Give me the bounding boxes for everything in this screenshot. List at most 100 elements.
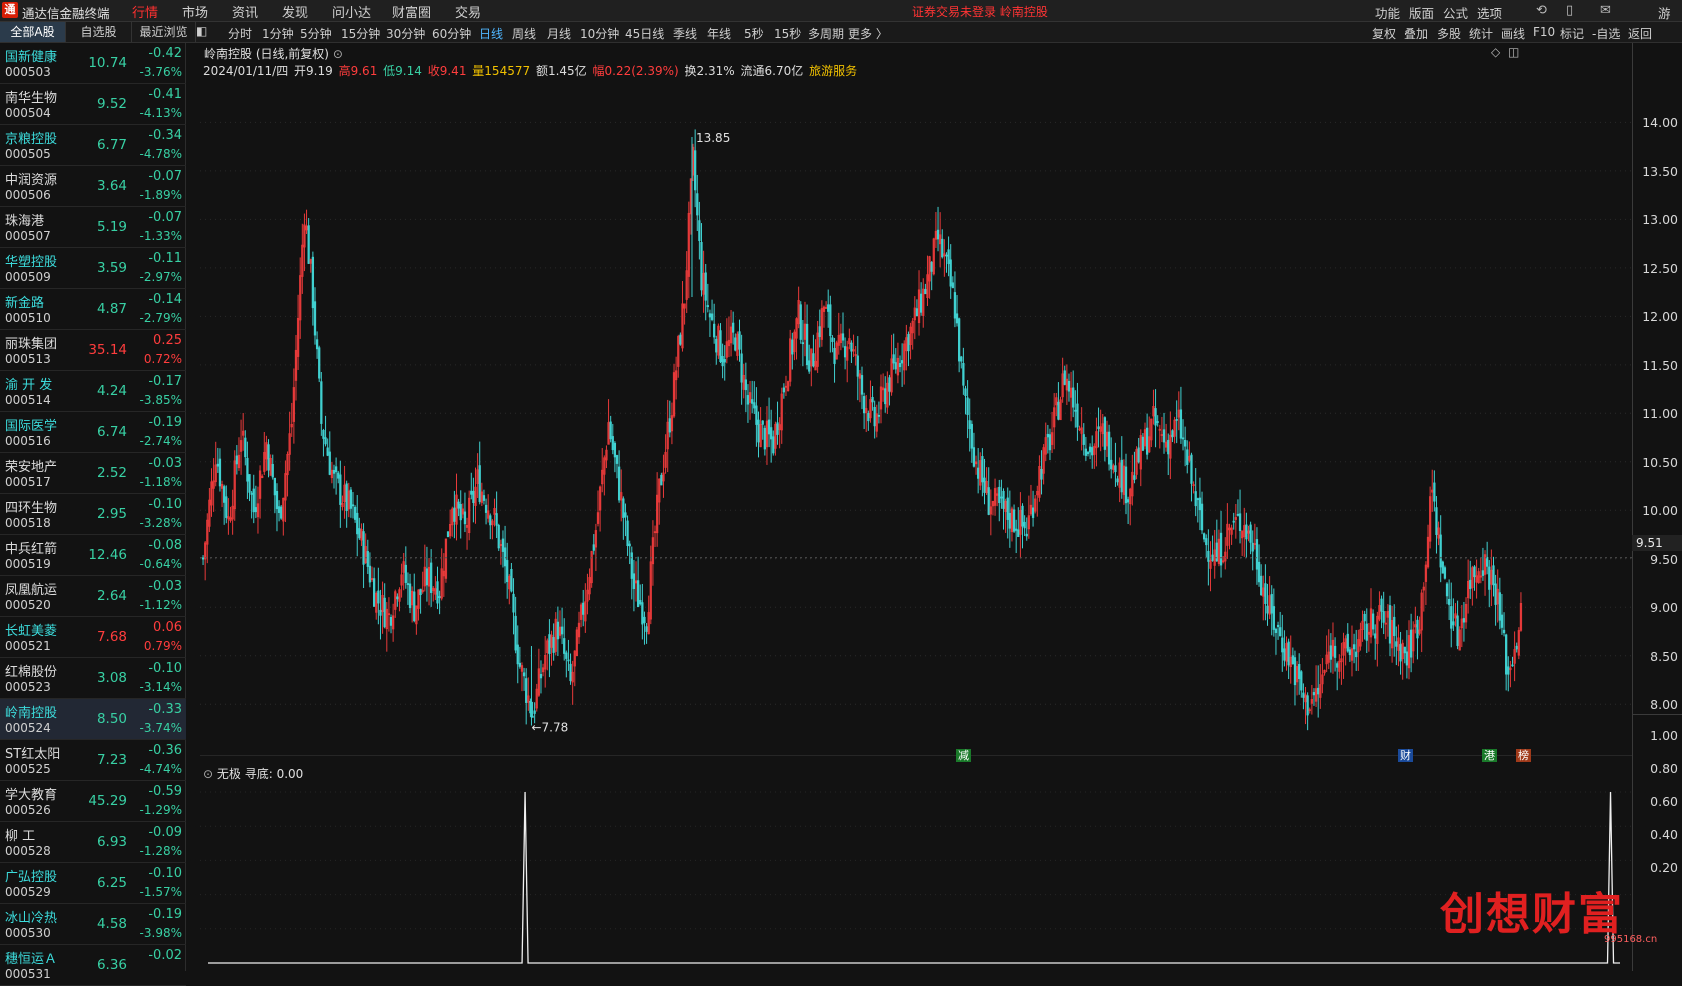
stock-row[interactable]: 华塑控股 000509 3.59 -0.11 -2.97% [0, 248, 186, 289]
event-tag[interactable]: 榜 [1516, 749, 1531, 762]
side-tab-1[interactable]: 自选股 [66, 22, 132, 42]
sidebar-toggle-icon[interactable]: ◧ [196, 24, 207, 38]
candle-body [1374, 633, 1377, 639]
tool-button-7[interactable]: -自选 [1592, 25, 1620, 42]
stock-row[interactable]: 中兵红箭 000519 12.46 -0.08 -0.64% [0, 535, 186, 576]
candle-body [1175, 418, 1178, 421]
period-button-7[interactable]: 周线 [512, 25, 536, 42]
candle-body [489, 515, 492, 526]
stock-row[interactable]: 冰山冷热 000530 4.58 -0.19 -3.98% [0, 904, 186, 945]
stock-row[interactable]: 四环生物 000518 2.95 -0.10 -3.28% [0, 494, 186, 535]
tool-button-5[interactable]: F10 [1533, 25, 1555, 39]
menu-item-1[interactable]: 市场 [180, 2, 210, 21]
period-button-3[interactable]: 15分钟 [341, 25, 380, 42]
period-button-0[interactable]: 分时 [228, 25, 252, 42]
stock-row[interactable]: 南华生物 000504 9.52 -0.41 -4.13% [0, 84, 186, 125]
right-menu-0[interactable]: 功能 [1375, 3, 1400, 22]
candle-body [1000, 496, 1003, 499]
side-tab-2[interactable]: 最近浏览 [132, 22, 196, 42]
stock-name: ST红太阳 [5, 747, 61, 762]
stock-row[interactable]: 凤凰航运 000520 2.64 -0.03 -1.12% [0, 576, 186, 617]
stock-row[interactable]: 广弘控股 000529 6.25 -0.10 -1.57% [0, 863, 186, 904]
stock-row[interactable]: 丽珠集团 000513 35.14 0.25 0.72% [0, 330, 186, 371]
candle-body [1363, 613, 1366, 622]
candle-body [332, 469, 336, 474]
event-tag[interactable]: 减 [956, 749, 971, 762]
stock-change: -0.03 [148, 456, 182, 471]
stock-row[interactable]: 柳 工 000528 6.93 -0.09 -1.28% [0, 822, 186, 863]
tool-button-3[interactable]: 统计 [1469, 25, 1493, 42]
period-button-8[interactable]: 月线 [547, 25, 571, 42]
period-button-9[interactable]: 10分钟 [580, 25, 619, 42]
period-button-15[interactable]: 多周期 [808, 25, 844, 42]
stock-row[interactable]: 渝 开 发 000514 4.24 -0.17 -3.85% [0, 371, 186, 412]
stock-row[interactable]: 荣安地产 000517 2.52 -0.03 -1.18% [0, 453, 186, 494]
stock-pct: -1.57% [139, 885, 182, 899]
menu-item-4[interactable]: 问小达 [330, 2, 373, 21]
right-menu-3[interactable]: 选项 [1477, 3, 1502, 22]
menu-item-3[interactable]: 发现 [280, 2, 310, 21]
period-button-2[interactable]: 5分钟 [300, 25, 332, 42]
menu-item-0[interactable]: 行情 [125, 2, 165, 24]
period-button-16[interactable]: 更多 〉 [848, 25, 888, 42]
tool-button-4[interactable]: 画线 [1501, 25, 1525, 42]
period-button-6[interactable]: 日线 [479, 25, 503, 42]
stock-row[interactable]: 红棉股份 000523 3.08 -0.10 -3.14% [0, 658, 186, 699]
candle-body [841, 333, 845, 341]
candle-body [539, 673, 543, 679]
stock-row[interactable]: 珠海港 000507 5.19 -0.07 -1.33% [0, 207, 186, 248]
menu-item-5[interactable]: 财富圈 [390, 2, 433, 21]
indicator-collapse-icon[interactable]: ⊙ [203, 767, 213, 781]
candle-body [522, 672, 526, 677]
indicator-tick-label: 0.60 [1650, 794, 1678, 809]
candle-body [1183, 439, 1187, 447]
candle-body [936, 229, 940, 240]
tool-button-8[interactable]: 返回 [1628, 25, 1652, 42]
candle-body [512, 593, 515, 613]
candlestick-chart[interactable]: 13.85 ←7.78 [200, 43, 1632, 756]
tool-button-1[interactable]: 叠加 [1404, 25, 1428, 42]
candle-body [770, 427, 773, 440]
menu-item-6[interactable]: 交易 [453, 2, 483, 21]
stock-row[interactable]: 国际医学 000516 6.74 -0.19 -2.74% [0, 412, 186, 453]
stock-row[interactable]: 岭南控股 000524 8.50 -0.33 -3.74% [0, 699, 186, 740]
right-menu-1[interactable]: 版面 [1409, 3, 1434, 22]
stock-row[interactable]: 穗恒运Ａ 000531 6.36 -0.02 [0, 945, 186, 986]
mail-icon[interactable]: ✉ [1600, 3, 1611, 18]
menu-item-2[interactable]: 资讯 [230, 2, 260, 21]
event-tag[interactable]: 财 [1398, 749, 1413, 762]
tool-button-6[interactable]: 标记 [1560, 25, 1584, 42]
stock-row[interactable]: 长虹美菱 000521 7.68 0.06 0.79% [0, 617, 186, 658]
stock-row[interactable]: 国新健康 000503 10.74 -0.42 -3.76% [0, 43, 186, 84]
stock-row[interactable]: ST红太阳 000525 7.23 -0.36 -4.74% [0, 740, 186, 781]
period-button-13[interactable]: 5秒 [744, 25, 764, 42]
period-button-10[interactable]: 45日线 [625, 25, 664, 42]
candle-body [763, 427, 766, 450]
stock-code: 000521 [5, 639, 51, 653]
event-tag[interactable]: 港 [1482, 749, 1497, 762]
tool-button-0[interactable]: 复权 [1372, 25, 1396, 42]
period-button-12[interactable]: 年线 [707, 25, 731, 42]
period-button-11[interactable]: 季线 [673, 25, 697, 42]
stock-row[interactable]: 中润资源 000506 3.64 -0.07 -1.89% [0, 166, 186, 207]
period-button-14[interactable]: 15秒 [774, 25, 801, 42]
period-button-5[interactable]: 60分钟 [432, 25, 471, 42]
candle-body [639, 600, 642, 605]
right-menu-2[interactable]: 公式 [1443, 3, 1468, 22]
candle-body [706, 305, 709, 308]
window-icon[interactable]: ▯ [1566, 3, 1573, 18]
candle-body [753, 402, 756, 409]
refresh-icon[interactable]: ⟲ [1536, 3, 1547, 18]
stock-row[interactable]: 学大教育 000526 45.29 -0.59 -1.29% [0, 781, 186, 822]
indicator-chart[interactable] [200, 758, 1632, 971]
login-warning[interactable]: 证券交易未登录 岭南控股 [912, 3, 1048, 20]
candle-body [1498, 592, 1501, 621]
period-button-1[interactable]: 1分钟 [262, 25, 294, 42]
candle-body [713, 323, 716, 338]
tool-button-2[interactable]: 多股 [1437, 25, 1461, 42]
stock-row[interactable]: 京粮控股 000505 6.77 -0.34 -4.78% [0, 125, 186, 166]
side-tab-0[interactable]: 全部A股 [0, 22, 66, 42]
period-button-4[interactable]: 30分钟 [386, 25, 425, 42]
stock-row[interactable]: 新金路 000510 4.87 -0.14 -2.79% [0, 289, 186, 330]
candle-body [1181, 437, 1185, 440]
